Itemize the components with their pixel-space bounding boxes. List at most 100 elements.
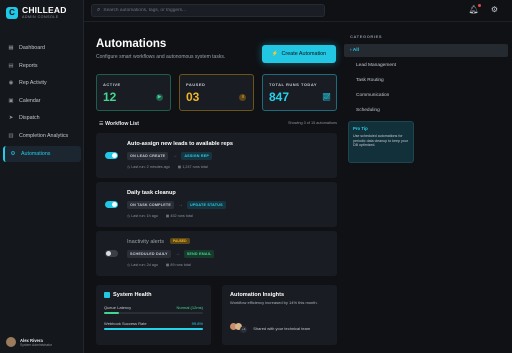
stat-label: TOTAL RUNS TODAY [269, 82, 318, 87]
sidebar-item-automations[interactable]: ⚙ Automations [3, 145, 81, 162]
status-badge: PAUSED [170, 238, 190, 244]
arrow-right-icon: → [178, 202, 184, 208]
shared-row: +4 Shared with your technical team [230, 323, 329, 333]
stat-card-total-runs: TOTAL RUNS TODAY 847 📈︎ [262, 74, 337, 111]
category-task-routing[interactable]: Task Routing [344, 74, 508, 87]
trigger-tag: SCHEDULED DAILY [127, 250, 171, 258]
health-label: Webhook Success Rate [104, 321, 147, 326]
category-communication[interactable]: Communication [344, 89, 508, 102]
arrow-right-icon: → [172, 153, 178, 159]
action-tag: UPDATE STATUS [187, 201, 226, 209]
analytics-icon: ▥ [8, 132, 14, 139]
top-actions: 🔔︎ ⚙ [469, 4, 498, 14]
health-bar-fill [104, 328, 203, 330]
dispatch-icon: ➤ [8, 115, 14, 122]
run-count: ▦ 1,247 runs total [177, 165, 208, 169]
search-input[interactable] [103, 8, 314, 13]
run-count-text: 1,247 runs total [182, 165, 208, 169]
gear-icon[interactable]: ⚙ [491, 5, 498, 14]
avatar [6, 337, 16, 347]
sidebar-item-reports[interactable]: ▤ Reports [3, 58, 81, 74]
sidebar-item-calendar[interactable]: ▣ Calendar [3, 93, 81, 109]
categories-heading: CATEGORIES [350, 34, 383, 39]
trigger-tag: ON LEAD CREATE [127, 152, 169, 160]
sidebar-item-label: Reports [19, 62, 38, 69]
document-icon: ▤ [8, 62, 14, 69]
brand: C CHILLEAD ADMIN CONSOLE [6, 6, 67, 19]
health-icon [104, 292, 110, 298]
notification-dot [477, 4, 481, 7]
search-box: ⌕ [91, 4, 325, 17]
category-lead-management[interactable]: Lead Management [344, 59, 508, 72]
play-icon: ▶ [156, 94, 163, 101]
workflow-tags: SCHEDULED DAILY → SEND EMAIL [127, 250, 215, 258]
grid-icon: ▦ [8, 45, 14, 51]
action-tag: ASSIGN REP [181, 152, 213, 160]
shared-text: Shared with your technical team [253, 325, 311, 331]
health-label: Queue Latency [104, 305, 132, 310]
stat-card-active: ACTIVE 12 ▶ [96, 74, 171, 111]
system-health-title: System Health [104, 292, 203, 298]
workflow-tags: ON TASK COMPLETE → UPDATE STATUS [127, 201, 226, 209]
workflow-meta: ◷ Last run: 2d ago ▦ 89 runs total [127, 263, 191, 267]
pro-tip-body: Use scheduled automations for periodic d… [353, 134, 408, 148]
workflow-name: Inactivity alerts [127, 239, 164, 245]
workflow-toggle[interactable] [105, 250, 118, 257]
workflow-tags: ON LEAD CREATE → ASSIGN REP [127, 152, 213, 160]
workflow-list-header: ☰ Workflow List Showing 3 of 15 automati… [99, 121, 337, 127]
sidebar-item-label: Dashboard [19, 45, 45, 51]
last-run-text: Last run: 2d ago [131, 263, 158, 267]
category-scheduling[interactable]: Scheduling [344, 104, 508, 117]
insights-subtitle: Workflow efficiency increased by 14% thi… [230, 300, 318, 305]
pro-tip-card: Pro Tip Use scheduled automations for pe… [348, 121, 414, 163]
people-icon: ◉ [8, 80, 14, 87]
stat-card-paused: PAUSED 03 ॥ [179, 74, 254, 111]
user-role: System Administrator [20, 342, 53, 347]
user-profile[interactable]: Alex Rivera System Administrator [6, 337, 52, 347]
workflow-meta: ◷ Last run: 2 minutes ago ▦ 1,247 runs t… [127, 165, 208, 169]
calendar-icon: ▣ [8, 97, 14, 104]
create-automation-button[interactable]: ⚡ Create Automation [262, 45, 336, 63]
health-value: 99.8% [191, 321, 203, 326]
brand-title: CHILLEAD [22, 5, 67, 15]
trend-icon: 📈︎ [322, 94, 331, 101]
category-label: All [352, 48, 359, 53]
sidebar-item-dispatch[interactable]: ➤ Dispatch [3, 110, 81, 126]
run-count: ▦ 89 runs total [165, 263, 191, 267]
workflow-toggle[interactable] [105, 152, 118, 159]
action-tag: SEND EMAIL [183, 250, 215, 258]
workflow-card[interactable]: Auto-assign new leads to available reps … [96, 133, 337, 178]
logo-icon: C [6, 6, 18, 19]
category-list: › All Lead Management Task Routing Commu… [344, 44, 512, 117]
workflow-list-title: Workflow List [105, 121, 140, 127]
sidebar: C CHILLEAD ADMIN CONSOLE ▦ Dashboard ▤ Rep… [0, 0, 84, 353]
run-count-text: 89 runs total [170, 263, 191, 267]
category-all[interactable]: › All [344, 44, 508, 57]
stat-label: PAUSED [186, 82, 206, 87]
arrow-right-icon: → [174, 251, 180, 257]
sidebar-item-rep-activity[interactable]: ◉ Rep Activity [3, 75, 81, 91]
workflow-card[interactable]: Daily task cleanup ON TASK COMPLETE → UP… [96, 182, 337, 227]
run-count: ▦ 452 runs total [165, 214, 193, 218]
sidebar-item-dashboard[interactable]: ▦ Dashboard [3, 40, 81, 56]
create-automation-label: Create Automation [281, 51, 327, 57]
pro-tip-title: Pro Tip [353, 126, 368, 131]
sidebar-item-label: Dispatch [19, 115, 40, 122]
bell-icon[interactable]: 🔔︎ [469, 4, 481, 14]
chevron-right-icon: › [350, 48, 352, 53]
workflow-card[interactable]: Inactivity alerts PAUSED SCHEDULED DAILY… [96, 231, 337, 276]
sidebar-item-completion-analytics[interactable]: ▥ Completion Analytics [3, 128, 81, 144]
sidebar-item-label: Calendar [19, 97, 41, 104]
insights-title: Automation Insights [230, 292, 285, 298]
app: C CHILLEAD ADMIN CONSOLE ▦ Dashboard ▤ Rep… [0, 0, 512, 353]
workflow-toggle[interactable] [105, 201, 118, 208]
stat-value: 12 [103, 90, 117, 104]
system-health-card: System Health Queue Latency Normal (12ms… [96, 285, 211, 345]
workflow-count: Showing 3 of 15 automations [288, 121, 337, 125]
last-run-text: Last run: 2 minutes ago [131, 165, 170, 169]
last-run: ◷ Last run: 2d ago [127, 263, 158, 267]
lightning-icon: ⚡ [271, 51, 279, 57]
brand-subtitle: ADMIN CONSOLE [22, 15, 59, 19]
stat-value: 03 [186, 90, 200, 104]
health-bar [104, 328, 203, 330]
